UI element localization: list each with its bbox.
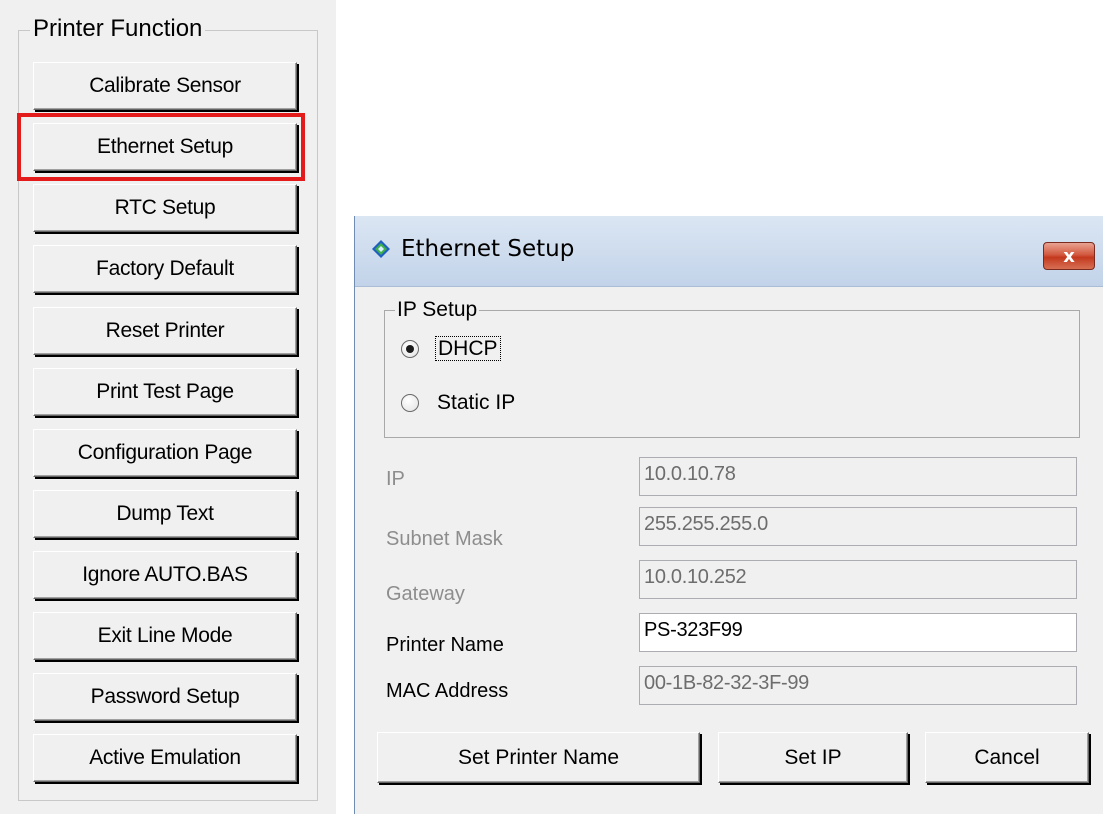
print-test-page-button[interactable]: Print Test Page — [33, 368, 297, 416]
password-setup-button[interactable]: Password Setup — [33, 673, 297, 721]
subnet-mask-label: Subnet Mask — [386, 528, 503, 550]
ethernet-setup-dialog: Ethernet Setup x IP Setup DHCP Static IP… — [354, 216, 1103, 814]
cancel-button[interactable]: Cancel — [925, 732, 1089, 783]
mac-address-label: MAC Address — [386, 680, 509, 702]
dhcp-radio[interactable] — [401, 340, 419, 358]
printer-function-title: Printer Function — [30, 14, 206, 44]
set-printer-name-button[interactable]: Set Printer Name — [377, 732, 700, 783]
diamond-app-icon — [372, 240, 390, 258]
exit-line-mode-button[interactable]: Exit Line Mode — [33, 612, 297, 660]
static-ip-radio[interactable] — [401, 394, 419, 412]
dialog-title: Ethernet Setup — [401, 236, 575, 262]
dump-text-button[interactable]: Dump Text — [33, 490, 297, 538]
configuration-page-button[interactable]: Configuration Page — [33, 429, 297, 477]
active-emulation-button[interactable]: Active Emulation — [33, 734, 297, 782]
mac-address-field[interactable]: 00-1B-82-32-3F-99 — [639, 666, 1077, 705]
gateway-label: Gateway — [386, 583, 465, 605]
close-button[interactable]: x — [1043, 242, 1095, 270]
printer-name-field[interactable]: PS-323F99 — [639, 613, 1077, 652]
ip-setup-group — [384, 310, 1080, 438]
close-icon: x — [1063, 245, 1075, 267]
dialog-titlebar[interactable]: Ethernet Setup x — [355, 216, 1103, 287]
rtc-setup-button[interactable]: RTC Setup — [33, 184, 297, 232]
static-ip-label[interactable]: Static IP — [437, 390, 515, 416]
factory-default-button[interactable]: Factory Default — [33, 245, 297, 293]
ip-field[interactable]: 10.0.10.78 — [639, 457, 1077, 496]
calibrate-sensor-button[interactable]: Calibrate Sensor — [33, 62, 297, 110]
printer-name-label: Printer Name — [386, 634, 504, 656]
set-ip-button[interactable]: Set IP — [718, 732, 908, 783]
subnet-mask-field[interactable]: 255.255.255.0 — [639, 507, 1077, 546]
ignore-auto-bas-button[interactable]: Ignore AUTO.BAS — [33, 551, 297, 599]
gateway-field[interactable]: 10.0.10.252 — [639, 560, 1077, 599]
ip-setup-title: IP Setup — [395, 296, 480, 324]
ip-label: IP — [386, 468, 405, 490]
dhcp-label[interactable]: DHCP — [435, 336, 501, 362]
reset-printer-button[interactable]: Reset Printer — [33, 307, 297, 355]
ethernet-setup-highlight — [17, 113, 305, 181]
